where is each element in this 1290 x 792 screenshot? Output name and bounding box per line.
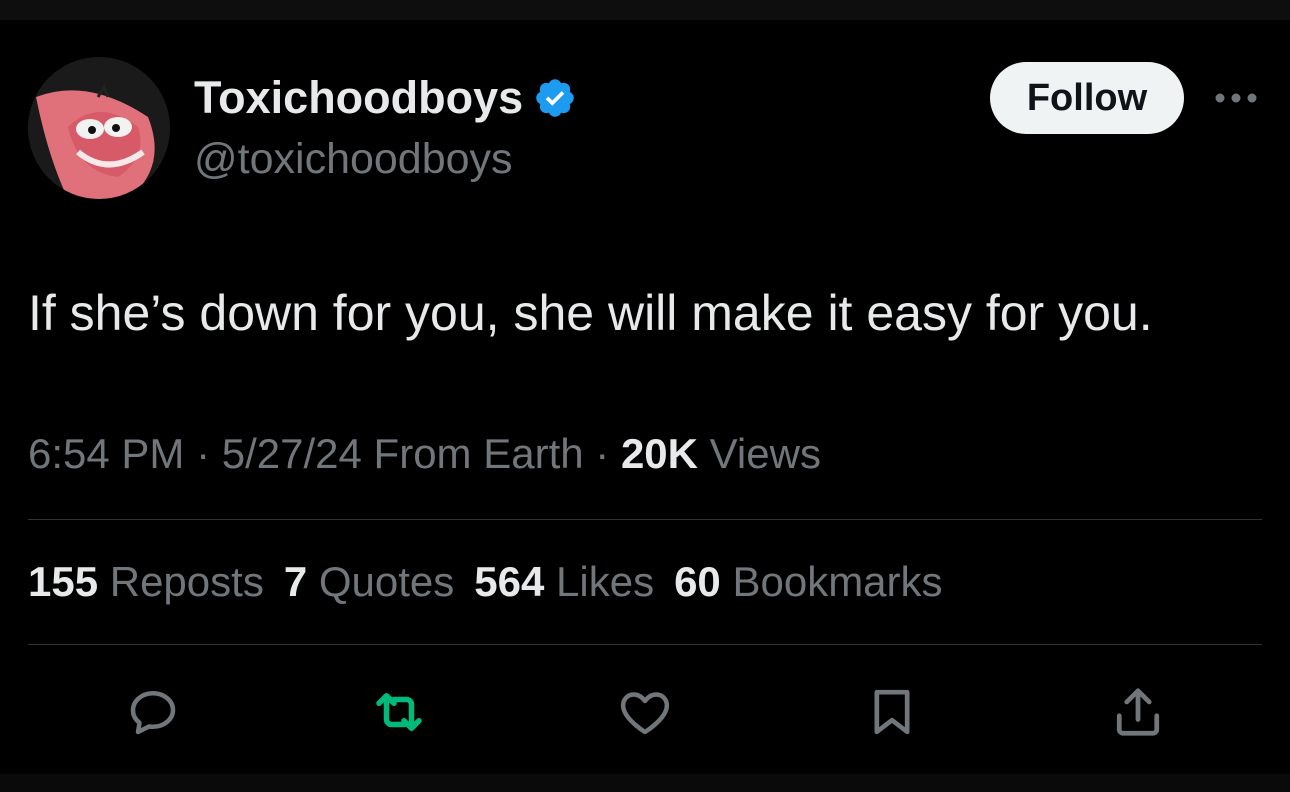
like-button[interactable] xyxy=(613,680,677,744)
like-icon xyxy=(620,692,670,735)
tweet-text: If she’s down for you, she will make it … xyxy=(28,285,1153,341)
bottom-strip xyxy=(0,774,1290,792)
verified-badge-icon xyxy=(533,76,577,120)
divider xyxy=(28,644,1262,645)
tweet-time[interactable]: 6:54 PM xyxy=(28,430,184,477)
bookmarks-stat[interactable]: 60 Bookmarks xyxy=(674,556,942,608)
tweet-date[interactable]: 5/27/24 xyxy=(222,430,362,477)
display-name[interactable]: Toxichoodboys xyxy=(194,72,577,124)
tweet-source: From Earth xyxy=(361,430,584,477)
bookmark-button[interactable] xyxy=(860,680,924,744)
quotes-count: 7 xyxy=(283,558,308,605)
share-icon xyxy=(1116,688,1160,736)
reposts-label: Reposts xyxy=(98,558,264,605)
views-label: Views xyxy=(698,430,821,477)
avatar-image xyxy=(28,57,170,199)
quotes-stat[interactable]: 7 Quotes xyxy=(284,556,454,608)
quotes-label: Quotes xyxy=(307,558,455,605)
bookmark-icon xyxy=(874,689,910,735)
tweet-stats: 155 Reposts 7 Quotes 564 Likes 60 Bookmarks xyxy=(28,556,963,608)
likes-stat[interactable]: 564 Likes xyxy=(474,556,654,608)
avatar[interactable] xyxy=(28,57,170,199)
status-strip xyxy=(0,0,1290,20)
follow-button[interactable]: Follow xyxy=(990,62,1184,134)
bookmarks-label: Bookmarks xyxy=(720,558,943,605)
likes-count: 564 xyxy=(474,558,545,605)
bookmarks-count: 60 xyxy=(674,558,721,605)
meta-separator: · xyxy=(184,430,222,477)
likes-label: Likes xyxy=(544,558,655,605)
meta-separator: · xyxy=(583,430,621,477)
divider xyxy=(28,519,1262,520)
views-count: 20K xyxy=(620,430,698,477)
reply-button[interactable] xyxy=(121,680,185,744)
reply-icon xyxy=(130,691,176,735)
reposts-stat[interactable]: 155 Reposts xyxy=(28,556,264,608)
user-handle[interactable]: @toxichoodboys xyxy=(194,133,513,185)
reposts-count: 155 xyxy=(28,558,99,605)
repost-icon xyxy=(376,693,422,731)
share-button[interactable] xyxy=(1106,680,1170,744)
display-name-text: Toxichoodboys xyxy=(194,72,524,123)
more-icon[interactable] xyxy=(1210,80,1262,116)
tweet-meta: 6:54 PM · 5/27/24 From Earth · 20K Views xyxy=(28,428,821,480)
repost-button[interactable] xyxy=(367,680,431,744)
